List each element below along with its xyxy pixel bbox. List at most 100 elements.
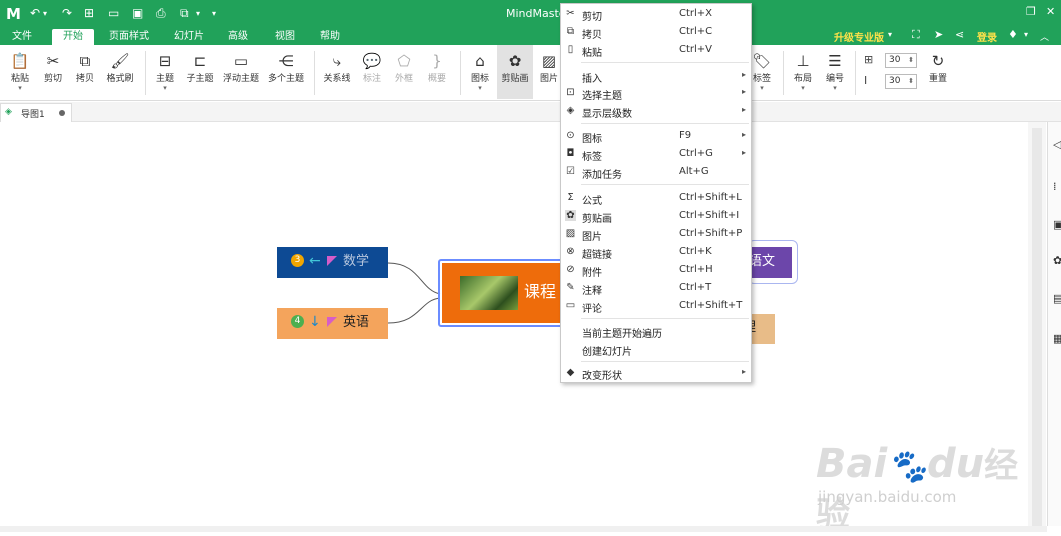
menu-item-add-task[interactable]: ☑ 添加任务 Alt+G: [561, 164, 751, 181]
undo-dropdown-icon[interactable]: ▾: [43, 9, 47, 18]
spinner-arrows-icon[interactable]: ⬍: [908, 75, 914, 88]
tab-advanced[interactable]: 高级: [224, 29, 252, 45]
menu-item-copy[interactable]: ⧉ 拷贝 Ctrl+C: [561, 24, 751, 41]
history-panel-icon[interactable]: ▦: [1053, 332, 1061, 345]
tag-dropdown-icon[interactable]: ▾: [750, 85, 774, 92]
menu-item-formula[interactable]: Σ 公式 Ctrl+Shift+L: [561, 190, 751, 207]
boundary-icon: ⬠: [397, 52, 411, 70]
menu-item-traverse-from-topic[interactable]: 当前主题开始遍历: [561, 323, 751, 340]
picture-panel-icon[interactable]: ▣: [1053, 218, 1061, 231]
multiple-topics-button[interactable]: ⋲ 多个主题: [265, 45, 307, 99]
ribbon-divider: [783, 51, 784, 95]
topic-icon: ⊟: [158, 52, 172, 70]
print-icon[interactable]: ⎙: [156, 6, 166, 21]
outline-panel-icon[interactable]: ⁞: [1053, 180, 1057, 193]
numbering-button[interactable]: ☰ 编号 ▾: [822, 45, 848, 99]
spinner-arrows-icon[interactable]: ⬍: [908, 54, 914, 67]
horizontal-scrollbar[interactable]: [0, 526, 1047, 532]
layout-icon: ⊥: [796, 52, 810, 70]
clipart-panel-icon[interactable]: ✿: [1053, 254, 1061, 267]
menu-item-change-shape[interactable]: ◆ 改变形状 ▸: [561, 365, 751, 382]
document-tab[interactable]: ◈ 导图1: [0, 103, 72, 122]
paste-dropdown-icon[interactable]: ▾: [6, 85, 34, 92]
ribbon-divider: [855, 51, 856, 95]
undo-icon[interactable]: ↶: [30, 6, 40, 20]
tag-button[interactable]: 🏷 标签 ▾: [750, 45, 774, 99]
icon-button[interactable]: ⌂ 图标 ▾: [466, 45, 494, 99]
copy-button[interactable]: ⧉ 拷贝: [72, 45, 98, 99]
export-dropdown-icon[interactable]: ▾: [196, 9, 200, 18]
cut-button[interactable]: ✂ 剪切: [40, 45, 66, 99]
tab-home[interactable]: 开始: [52, 29, 94, 45]
share-icon[interactable]: ⋖: [955, 28, 964, 41]
close-window-icon[interactable]: ✕: [1046, 5, 1055, 18]
tab-view[interactable]: 视图: [271, 29, 299, 45]
topic-dropdown-icon[interactable]: ▾: [151, 85, 179, 92]
layers-icon: ◈: [566, 105, 575, 116]
export-icon[interactable]: ⧉: [180, 6, 189, 21]
send-icon[interactable]: ➤: [934, 28, 943, 41]
horizontal-spacing-input[interactable]: 30 ⬍: [885, 53, 917, 68]
menu-item-note[interactable]: ✎ 注释 Ctrl+T: [561, 280, 751, 297]
task-panel-icon[interactable]: ▤: [1053, 292, 1061, 305]
numbering-icon: ☰: [828, 52, 842, 70]
floating-topic-button[interactable]: ▭ 浮动主题: [220, 45, 262, 99]
vertical-spacing-input[interactable]: 30 ⬍: [885, 74, 917, 89]
upgrade-pro-link[interactable]: 升级专业版: [834, 29, 884, 44]
relationship-button[interactable]: ⤷ 关系线: [320, 45, 354, 99]
layout-dropdown-icon[interactable]: ▾: [790, 85, 816, 92]
menu-item-clipart[interactable]: ✿ 剪贴画 Ctrl+Shift+I: [561, 208, 751, 225]
reset-button[interactable]: ↻ 重置: [925, 45, 951, 99]
tab-help[interactable]: 帮助: [316, 29, 344, 45]
subtopic-icon: ⊏: [193, 52, 207, 70]
picture-button[interactable]: ▨ 图片: [536, 45, 562, 99]
icon-dropdown-icon[interactable]: ▾: [466, 85, 494, 92]
layout-button[interactable]: ⊥ 布局 ▾: [790, 45, 816, 99]
menu-item-cut[interactable]: ✂ 剪切 Ctrl+X: [561, 6, 751, 23]
paste-button[interactable]: 📋 粘贴 ▾: [6, 45, 34, 99]
login-link[interactable]: 登录: [977, 29, 997, 44]
open-folder-icon[interactable]: ▭: [108, 6, 119, 20]
boundary-button[interactable]: ⬠ 外框: [390, 45, 418, 99]
picture-icon: ▨: [565, 228, 576, 239]
save-icon[interactable]: ▣: [132, 6, 143, 20]
menu-item-select-topic[interactable]: ⊡ 选择主题 ▸: [561, 85, 751, 102]
topic-button[interactable]: ⊟ 主题 ▾: [151, 45, 179, 99]
tab-file[interactable]: 文件: [8, 29, 36, 45]
unsaved-indicator-icon[interactable]: [59, 110, 65, 116]
redo-icon[interactable]: ↷: [62, 6, 72, 20]
subtopic-button[interactable]: ⊏ 子主题: [183, 45, 217, 99]
fullscreen-icon[interactable]: ⛶: [912, 28, 920, 42]
callout-button[interactable]: 💬 标注: [358, 45, 386, 99]
tab-slides[interactable]: 幻灯片: [170, 29, 208, 45]
numbering-dropdown-icon[interactable]: ▾: [822, 85, 848, 92]
app-logo: M: [6, 5, 21, 23]
menu-item-hyperlink[interactable]: ⊗ 超链接 Ctrl+K: [561, 244, 751, 261]
menu-item-create-slide[interactable]: 创建幻灯片: [561, 341, 751, 358]
menu-item-icon[interactable]: ⊙ 图标 F9 ▸: [561, 128, 751, 145]
format-painter-button[interactable]: 🖌 格式刷: [103, 45, 137, 99]
menu-item-tag[interactable]: ◘ 标签 Ctrl+G ▸: [561, 146, 751, 163]
customize-toolbar-icon[interactable]: ▾: [212, 9, 216, 18]
submenu-arrow-icon: ▸: [742, 70, 747, 79]
menu-item-show-levels[interactable]: ◈ 显示层级数 ▸: [561, 103, 751, 120]
menu-item-picture[interactable]: ▨ 图片 Ctrl+Shift+P: [561, 226, 751, 243]
picture-icon: ▨: [541, 52, 557, 70]
skin-dropdown-icon[interactable]: ▾: [1024, 30, 1028, 39]
menu-item-attachment[interactable]: ⊘ 附件 Ctrl+H: [561, 262, 751, 279]
menu-item-paste[interactable]: ▯ 粘贴 Ctrl+V: [561, 42, 751, 59]
collapse-ribbon-icon[interactable]: ︿: [1040, 30, 1049, 43]
mindmap-canvas[interactable]: 3 ← 数学 4 ↓ 英语 课程 语文 理 Bai🐾du经验 jingyan.b…: [0, 122, 1047, 535]
upgrade-dropdown-icon[interactable]: ▾: [888, 30, 892, 39]
format-panel-icon[interactable]: ◁: [1053, 138, 1061, 151]
summary-button[interactable]: } 概要: [423, 45, 451, 99]
menu-item-insert[interactable]: 插入 ▸: [561, 68, 751, 85]
clipart-button[interactable]: ✿ 剪贴画: [497, 45, 533, 99]
menu-item-comment[interactable]: ▭ 评论 Ctrl+Shift+T: [561, 298, 751, 315]
restore-window-icon[interactable]: ❐: [1026, 5, 1036, 18]
vertical-scrollbar[interactable]: [1028, 122, 1046, 532]
tab-page-style[interactable]: 页面样式: [105, 29, 153, 45]
scrollbar-thumb[interactable]: [1032, 128, 1042, 528]
skin-icon[interactable]: ♦: [1008, 28, 1018, 41]
new-file-icon[interactable]: ⊞: [84, 6, 94, 20]
